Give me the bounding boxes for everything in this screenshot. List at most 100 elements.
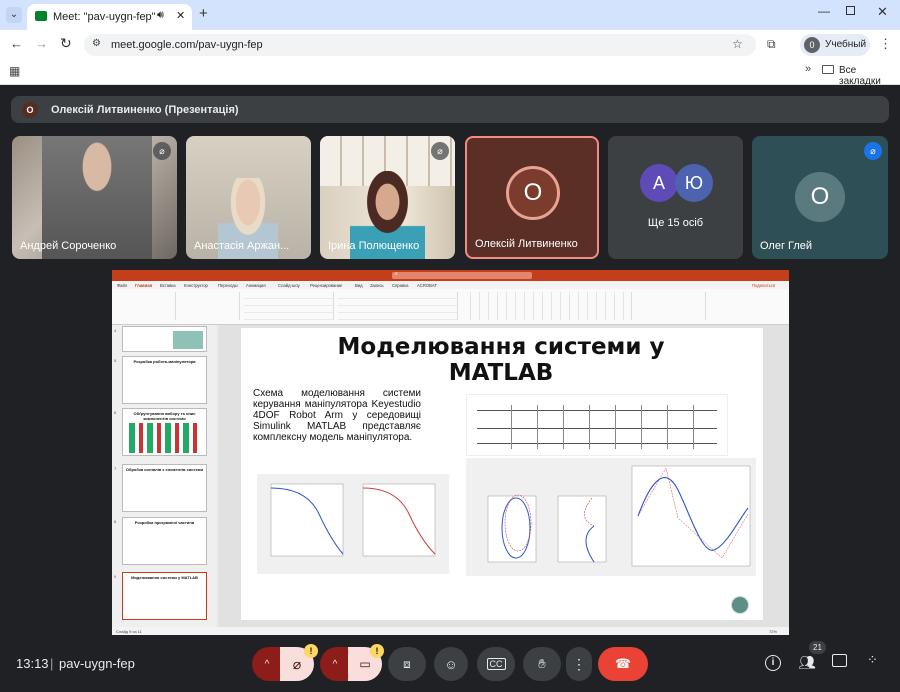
- presenter-avatar-icon: [731, 596, 749, 614]
- slide-title: Моделювання системи у MATLAB: [337, 334, 665, 386]
- ribbon-group-drawing: [462, 292, 632, 320]
- address-bar[interactable]: ⚙ meet.google.com/pav-uygn-fep ☆: [84, 34, 756, 56]
- chat-icon[interactable]: [832, 654, 847, 667]
- ribbon-tab-active[interactable]: Главная: [135, 283, 152, 288]
- ribbon-tab[interactable]: Вид: [355, 283, 363, 288]
- participant-name: Анастасія Аржан...: [194, 240, 290, 252]
- extensions-icon[interactable]: ⧉: [767, 37, 776, 52]
- warning-badge: !: [304, 644, 318, 658]
- presenter-label: Олексій Литвиненко (Презентація): [51, 104, 239, 116]
- participant-avatar: Ю: [675, 164, 713, 202]
- thumb-number: 8: [114, 519, 117, 524]
- share-button[interactable]: Поделиться: [752, 283, 775, 288]
- participant-tile[interactable]: О ⌀ Олег Глей: [752, 136, 888, 259]
- ppt-ribbon: [112, 289, 789, 325]
- slide-counter: Слайд 9 из 11: [116, 629, 142, 634]
- slide-thumbnail-selected[interactable]: Моделювання системи у MATLAB: [122, 572, 207, 620]
- reactions-button[interactable]: ☺: [434, 647, 468, 681]
- tab-search-button[interactable]: ⌄: [6, 7, 22, 23]
- ribbon-tab[interactable]: Слайд-шоу: [278, 283, 300, 288]
- ribbon-group-clipboard: [116, 292, 176, 320]
- mic-off-icon: ⌀: [864, 142, 882, 160]
- active-tab[interactable]: Meet: "pav-uygn-fep" 🔊︎ ✕: [27, 4, 192, 30]
- people-icon[interactable]: 👥︎: [798, 654, 816, 671]
- profile-button[interactable]: 0 Учебный: [800, 34, 870, 56]
- slide[interactable]: Моделювання системи у MATLAB Схема модел…: [241, 328, 763, 620]
- ribbon-group-font: [244, 292, 334, 320]
- mic-off-icon: ⌀: [153, 142, 171, 160]
- audio-options-button[interactable]: ^: [252, 647, 282, 681]
- tab-close-icon[interactable]: ✕: [176, 9, 185, 22]
- participant-tile-speaking[interactable]: О Олексій Литвиненко: [465, 136, 599, 259]
- clock: 13:13: [16, 656, 49, 671]
- participant-name: Ірина Полющенко: [328, 240, 420, 252]
- browser-menu-icon[interactable]: ⋮: [879, 36, 892, 52]
- new-tab-button[interactable]: +: [199, 5, 208, 22]
- participant-tile[interactable]: Анастасія Аржан...: [186, 136, 311, 259]
- more-vert-icon: ⋮: [572, 655, 586, 672]
- bookmarks-bar: ▦ » Все закладки: [0, 60, 900, 87]
- slide-thumbnail[interactable]: Обґрунтування вибору та опис компонентів…: [122, 408, 207, 456]
- ribbon-tab[interactable]: Запись: [370, 283, 384, 288]
- captions-button[interactable]: CC: [477, 647, 515, 681]
- others-tile[interactable]: А Ю Ще 15 осіб: [608, 136, 743, 259]
- ribbon-group-slides: [180, 292, 240, 320]
- forward-icon[interactable]: →: [35, 36, 48, 51]
- ribbon-tab[interactable]: Вставка: [160, 283, 176, 288]
- present-button[interactable]: ⧈: [388, 647, 426, 681]
- more-bookmarks-icon[interactable]: »: [805, 63, 811, 75]
- ribbon-group-paragraph: [338, 292, 458, 320]
- raise-hand-button[interactable]: ✋︎: [523, 647, 561, 681]
- audio-playing-icon[interactable]: 🔊︎: [157, 9, 164, 22]
- plot-frame: [257, 474, 449, 574]
- slide-thumbnail[interactable]: Обробка сигналів з елементів системи: [122, 464, 207, 512]
- more-options-button[interactable]: ⋮: [566, 647, 592, 681]
- others-count-label: Ще 15 осіб: [647, 217, 704, 229]
- ribbon-tab[interactable]: Переходы: [218, 283, 238, 288]
- participant-avatar: О: [795, 172, 845, 222]
- participant-tile[interactable]: ⌀ Андрей Сороченко: [12, 136, 177, 259]
- simulink-diagram: [466, 394, 728, 456]
- ribbon-tab[interactable]: ACROBAT: [417, 283, 437, 288]
- video-options-button[interactable]: ^: [320, 647, 350, 681]
- ribbon-tab[interactable]: Анимация: [246, 283, 266, 288]
- ppt-ribbon-tabs: Файл Главная Вставка Конструктор Переход…: [112, 281, 789, 289]
- participant-avatar: А: [640, 164, 678, 202]
- ppt-titlebar: ⌕: [112, 270, 789, 281]
- apps-grid-icon[interactable]: ▦: [9, 64, 20, 78]
- bookmark-star-icon[interactable]: ☆: [732, 37, 743, 51]
- mic-off-icon: ⌀: [292, 655, 302, 672]
- profile-label: Учебный: [825, 39, 867, 50]
- ribbon-tab[interactable]: Файл: [117, 283, 127, 288]
- participant-avatar: О: [506, 166, 560, 220]
- slide-thumbnail[interactable]: [122, 326, 207, 352]
- info-icon[interactable]: i: [765, 655, 781, 671]
- site-info-icon[interactable]: ⚙: [92, 38, 101, 49]
- browser-chrome: ⌄ Meet: "pav-uygn-fep" 🔊︎ ✕ + — ✕ ← → ↻ …: [0, 0, 900, 87]
- close-window-button[interactable]: ✕: [877, 4, 888, 20]
- thumb-number: 4: [114, 328, 117, 333]
- bode-plots: [270, 483, 436, 557]
- plot-frame: [466, 458, 756, 576]
- ribbon-tab[interactable]: Справка: [392, 283, 408, 288]
- participant-name: Олексій Литвиненко: [475, 238, 578, 250]
- ppt-search[interactable]: ⌕: [392, 271, 532, 279]
- ribbon-tab[interactable]: Рецензирование: [310, 283, 342, 288]
- mic-off-icon: ⌀: [431, 142, 449, 160]
- thumb-number: 7: [114, 466, 117, 471]
- thumb-number: 5: [114, 358, 117, 363]
- all-bookmarks-label[interactable]: Все закладки: [839, 65, 900, 87]
- participant-tile[interactable]: ⌀ Ірина Полющенко: [320, 136, 455, 259]
- ribbon-group-editing: [636, 292, 706, 320]
- back-icon[interactable]: ←: [10, 36, 23, 51]
- minimize-button[interactable]: —: [818, 4, 830, 18]
- slide-thumbnail[interactable]: Розробка програмної частини: [122, 517, 207, 565]
- emoji-icon: ☺: [444, 656, 458, 672]
- ribbon-tab[interactable]: Конструктор: [184, 283, 208, 288]
- warning-badge: !: [370, 644, 384, 658]
- leave-call-button[interactable]: ☎: [598, 647, 648, 681]
- slide-thumbnail[interactable]: Розробка робота-маніпулятора: [122, 356, 207, 404]
- reload-icon[interactable]: ↻: [60, 35, 72, 52]
- activities-icon[interactable]: ⁘: [867, 652, 878, 668]
- restore-button[interactable]: [846, 6, 855, 15]
